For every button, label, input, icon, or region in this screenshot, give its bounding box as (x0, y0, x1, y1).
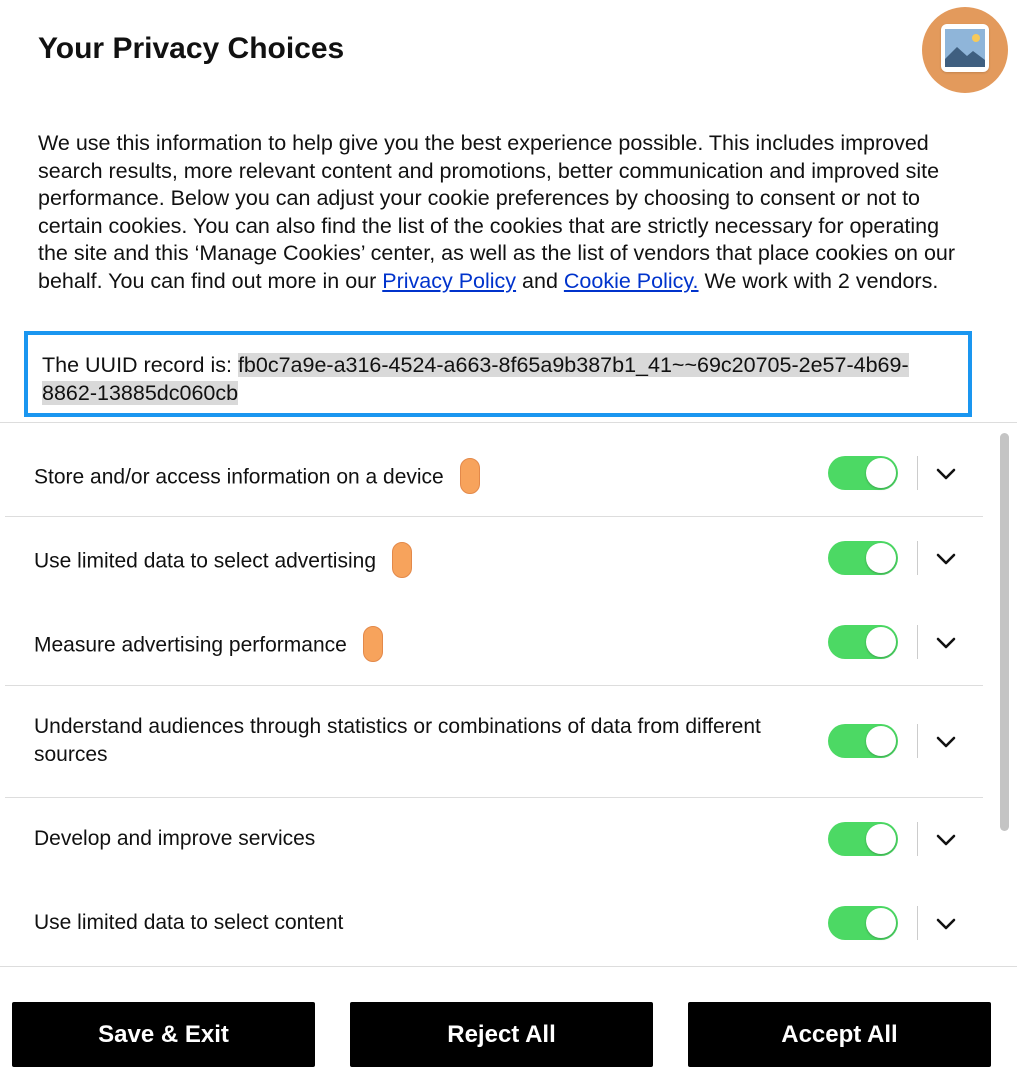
legitimate-interest-badge (362, 626, 383, 662)
purpose-label-text: Measure advertising performance (34, 633, 347, 657)
image-placeholder-icon (941, 24, 989, 72)
toggle-knob (866, 726, 896, 756)
divider (917, 541, 918, 575)
purpose-label-text: Develop and improve services (34, 827, 316, 850)
legitimate-interest-badge (392, 542, 412, 578)
row-divider (5, 516, 983, 517)
uuid-label: The UUID record is: (42, 353, 238, 377)
intro-paragraph: We use this information to help give you… (38, 130, 968, 295)
legitimate-interest-badge (459, 458, 480, 494)
row-divider (5, 685, 983, 686)
toggle-limited-ads[interactable] (828, 541, 898, 575)
purpose-label-limited-content: Use limited data to select content (34, 909, 343, 937)
chevron-down-icon[interactable] (935, 632, 957, 654)
divider (917, 906, 918, 940)
purpose-list[interactable]: Store and/or access information on a dev… (0, 423, 990, 966)
reject-all-button[interactable]: Reject All (350, 1002, 653, 1067)
uuid-record-box: The UUID record is: fb0c7a9e-a316-4524-a… (24, 331, 972, 417)
chevron-down-icon[interactable] (935, 731, 957, 753)
toggle-knob (866, 627, 896, 657)
purpose-label-audiences: Understand audiences through statistics … (34, 713, 774, 769)
row-divider (5, 797, 983, 798)
toggle-develop-services[interactable] (828, 822, 898, 856)
divider (0, 966, 1017, 967)
chevron-down-icon[interactable] (935, 463, 957, 485)
toggle-knob (866, 824, 896, 854)
privacy-policy-link[interactable]: Privacy Policy (382, 269, 516, 293)
purpose-label-measure-ads: Measure advertising performance (34, 626, 383, 664)
purpose-label-store-access: Store and/or access information on a dev… (34, 458, 480, 496)
purpose-label-text: Use limited data to select advertising (34, 549, 376, 573)
divider (917, 456, 918, 490)
toggle-store-access[interactable] (828, 456, 898, 490)
toggle-knob (866, 543, 896, 573)
purpose-label-text: Use limited data to select content (34, 911, 344, 934)
page-title: Your Privacy Choices (38, 32, 345, 65)
toggle-audiences[interactable] (828, 724, 898, 758)
chevron-down-icon[interactable] (935, 548, 957, 570)
intro-text-after: We work with 2 vendors. (698, 268, 939, 293)
divider (917, 625, 918, 659)
uuid-record: The UUID record is: fb0c7a9e-a316-4524-a… (42, 351, 962, 407)
cookie-policy-link[interactable]: Cookie Policy. (564, 269, 699, 293)
purpose-label-text: Store and/or access information on a dev… (34, 465, 444, 489)
toggle-knob (866, 908, 896, 938)
chevron-down-icon[interactable] (935, 829, 957, 851)
toggle-knob (866, 458, 896, 488)
purpose-label-limited-ads: Use limited data to select advertising (34, 542, 412, 580)
divider (917, 724, 918, 758)
divider (917, 822, 918, 856)
purpose-label-develop-services: Develop and improve services (34, 825, 315, 853)
accept-all-button[interactable]: Accept All (688, 1002, 991, 1067)
scrollbar[interactable] (1000, 433, 1009, 831)
intro-text-middle: and (516, 268, 564, 293)
chevron-down-icon[interactable] (935, 913, 957, 935)
site-logo (922, 7, 1008, 93)
save-exit-button[interactable]: Save & Exit (12, 1002, 315, 1067)
toggle-limited-content[interactable] (828, 906, 898, 940)
purpose-label-text: Understand audiences through statistics … (34, 715, 761, 766)
toggle-measure-ads[interactable] (828, 625, 898, 659)
